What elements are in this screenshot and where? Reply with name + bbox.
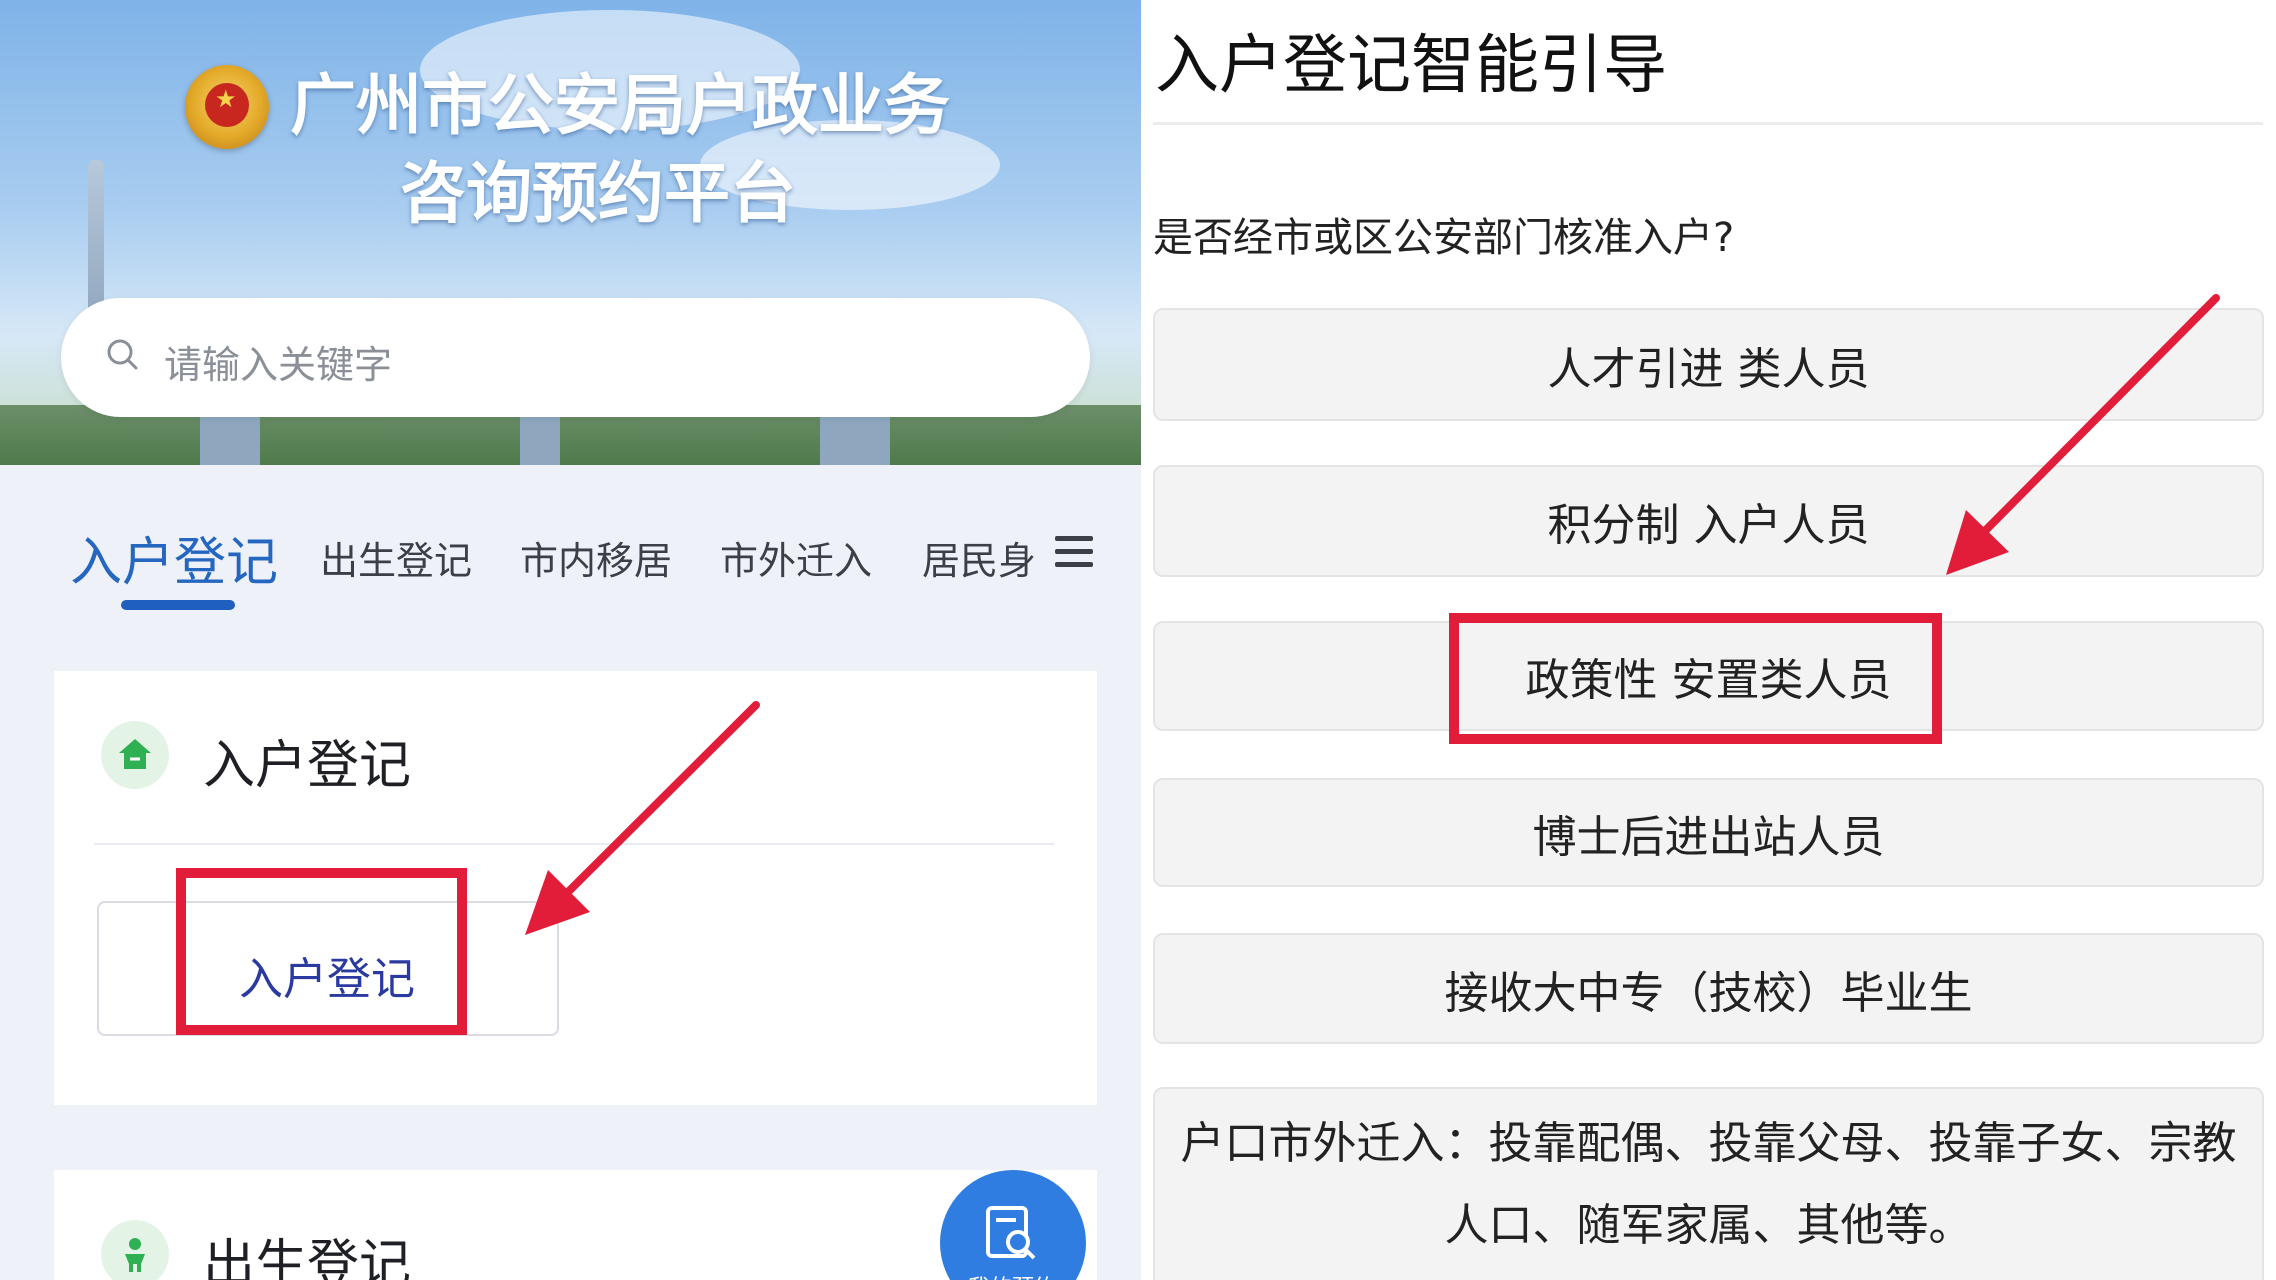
- active-tab-indicator: [121, 600, 235, 610]
- banner: ★ 广州市公安局户政业务 咨询预约平台 请输入关键字: [0, 0, 1141, 465]
- tab-intra-city-move[interactable]: 市内移居: [520, 530, 672, 585]
- banner-title-line2: 咨询预约平台: [400, 155, 796, 232]
- house-icon: [101, 721, 169, 789]
- baby-icon: [101, 1220, 169, 1280]
- option-talent-introduction[interactable]: 人才引进 类人员: [1153, 308, 2264, 421]
- tab-birth-registration[interactable]: 出生登记: [320, 530, 472, 585]
- option-postdoctoral[interactable]: 博士后进出站人员: [1153, 778, 2264, 887]
- police-emblem-icon: ★: [185, 65, 269, 149]
- option-label: 积分制 入户人员: [1547, 500, 1870, 551]
- right-phone-screen: 入户登记智能引导 是否经市或区公安部门核准入户? 人才引进 类人员 积分制 入户…: [1141, 0, 2276, 1280]
- option-points-system[interactable]: 积分制 入户人员: [1153, 465, 2264, 577]
- option-label: 博士后进出站人员: [1532, 811, 1885, 863]
- search-document-icon: [986, 1206, 1036, 1260]
- highlight-box: [1449, 613, 1942, 744]
- question-text: 是否经市或区公安部门核准入户?: [1153, 215, 1735, 261]
- divider: [1153, 122, 2263, 125]
- tab-resident-id[interactable]: 居民身: [922, 530, 1036, 585]
- divider: [94, 843, 1054, 845]
- option-label: 人才引进 类人员: [1547, 343, 1870, 395]
- tab-inbound-migration[interactable]: 市外迁入: [720, 530, 872, 585]
- tab-register-household[interactable]: 入户登记: [70, 520, 278, 595]
- category-tabs: 入户登记 出生登记 市内移居 市外迁入 居民身: [0, 520, 1141, 620]
- menu-icon[interactable]: [1055, 536, 1095, 570]
- left-phone-screen: ★ 广州市公安局户政业务 咨询预约平台 请输入关键字 入户登记 出生登记 市内移…: [0, 0, 1141, 1280]
- float-button-label: 我的预约: [968, 1270, 1056, 1280]
- card-heading: 出生登记: [203, 1235, 412, 1280]
- option-label: 户口市外迁入：投靠配偶、投靠父母、投靠子女、宗教人口、随军家属、其他等。: [1180, 1117, 2237, 1251]
- card-heading: 入户登记: [203, 736, 412, 796]
- page-title: 入户登记智能引导: [1155, 29, 1667, 103]
- search-input[interactable]: 请输入关键字: [61, 298, 1090, 417]
- option-inbound-migration[interactable]: 户口市外迁入：投靠配偶、投靠父母、投靠子女、宗教人口、随军家属、其他等。: [1153, 1087, 2264, 1280]
- option-label: 接收大中专（技校）毕业生: [1444, 967, 1973, 1019]
- highlight-box: [176, 868, 467, 1035]
- birth-registration-card: 出生登记: [54, 1170, 1097, 1280]
- option-graduates[interactable]: 接收大中专（技校）毕业生: [1153, 933, 2264, 1044]
- search-icon: [107, 339, 138, 370]
- banner-title: 广州市公安局户政业务 咨询预约平台: [290, 62, 970, 238]
- search-placeholder: 请输入关键字: [164, 343, 393, 387]
- banner-title-line1: 广州市公安局户政业务: [290, 67, 950, 144]
